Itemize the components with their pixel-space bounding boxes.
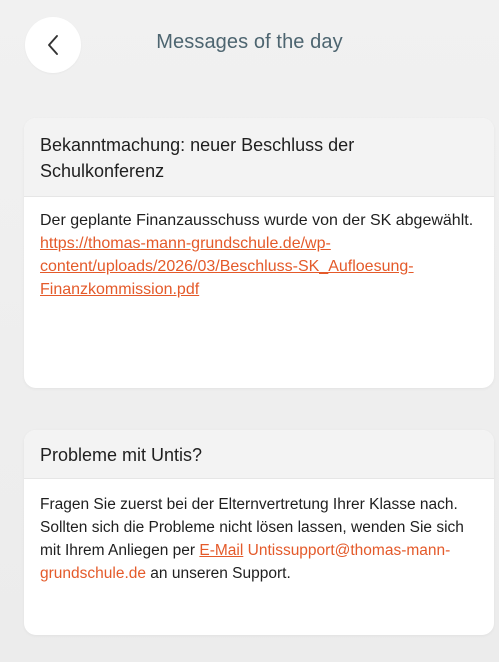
message-title: Bekanntmachung: neuer Beschluss der Schu… xyxy=(24,118,494,197)
message-link[interactable]: https://thomas-mann-grundschule.de/wp-co… xyxy=(40,235,414,298)
app: Messages of the day Bekanntmachung: neue… xyxy=(0,0,499,662)
header: Messages of the day xyxy=(0,0,499,92)
email-link[interactable]: E-Mail xyxy=(199,542,243,559)
message-body: Fragen Sie zuerst bei der Elternvertretu… xyxy=(24,479,494,597)
message-text: an unseren Support. xyxy=(146,565,291,582)
message-card: Probleme mit Untis? Fragen Sie zuerst be… xyxy=(24,430,494,635)
message-card: Bekanntmachung: neuer Beschluss der Schu… xyxy=(24,118,494,388)
message-text: Der geplante Finanzausschuss wurde von d… xyxy=(40,212,474,229)
page-title: Messages of the day xyxy=(156,31,343,53)
message-title: Probleme mit Untis? xyxy=(24,430,494,479)
message-body: Der geplante Finanzausschuss wurde von d… xyxy=(24,197,494,313)
